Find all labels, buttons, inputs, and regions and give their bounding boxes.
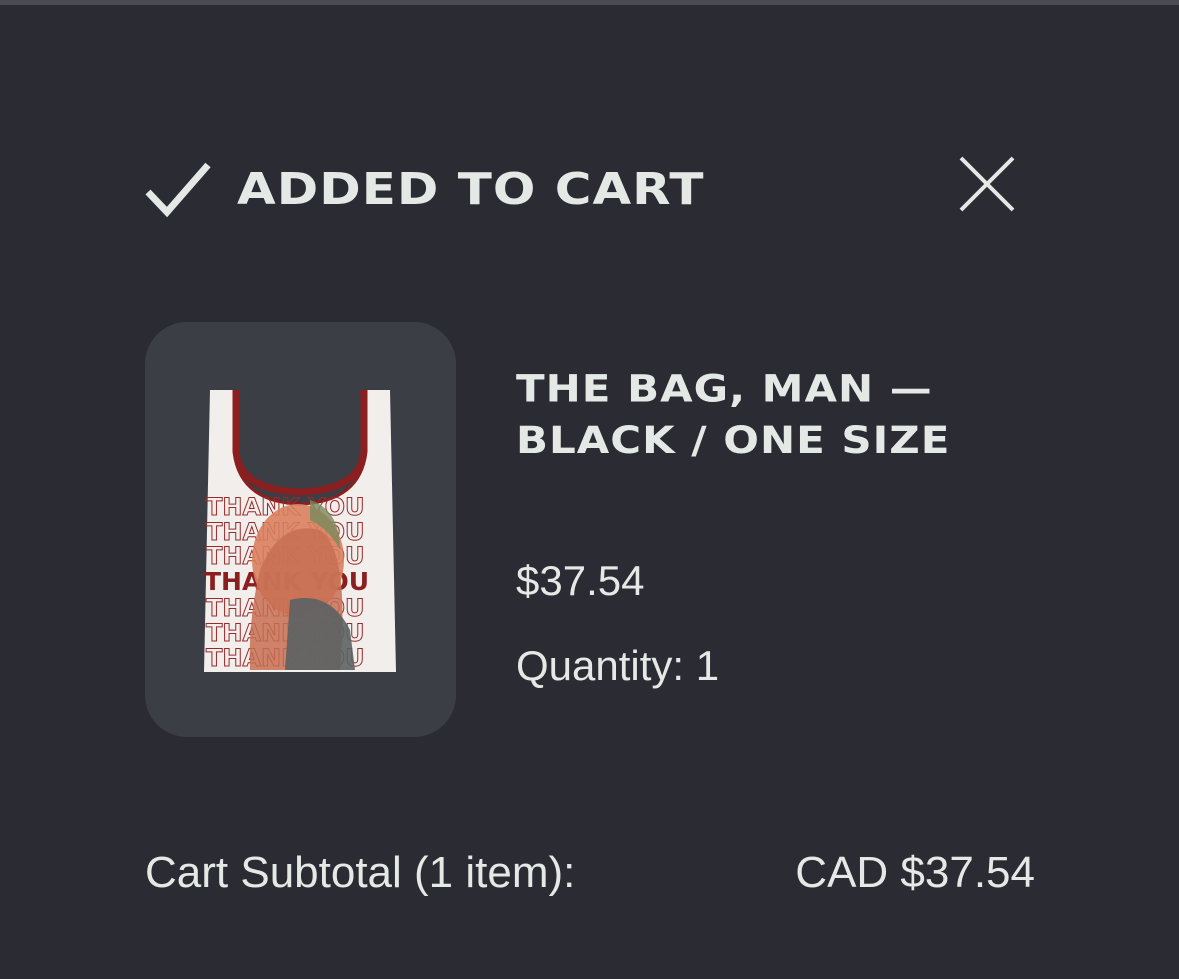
subtotal-value: CAD $37.54	[795, 848, 1035, 897]
close-button[interactable]	[955, 153, 1019, 217]
popup-header: ADDED TO CART	[145, 153, 1025, 223]
product-name[interactable]: THE BAG, MAN — BLACK / ONE SIZE	[516, 363, 1056, 466]
popup-title: ADDED TO CART	[237, 163, 705, 215]
subtotal-label: Cart Subtotal (1 item):	[145, 848, 576, 897]
checkmark-icon	[145, 162, 211, 218]
product-image[interactable]: THANK YOU THANK YOU THANK YOU THANK YOU …	[145, 322, 456, 737]
quantity: Quantity: 1	[516, 640, 719, 692]
quantity-value: 1	[695, 642, 720, 689]
added-to-cart-popup: ADDED TO CART THANK YOU THANK YOU THANK …	[0, 5, 1179, 979]
quantity-label: Quantity:	[516, 642, 685, 689]
cart-subtotal-row: Cart Subtotal (1 item): CAD $37.54	[145, 845, 1035, 901]
product-price: $37.54	[516, 557, 645, 604]
close-icon	[959, 156, 1015, 212]
tote-bag-image: THANK YOU THANK YOU THANK YOU THANK YOU …	[204, 390, 396, 673]
